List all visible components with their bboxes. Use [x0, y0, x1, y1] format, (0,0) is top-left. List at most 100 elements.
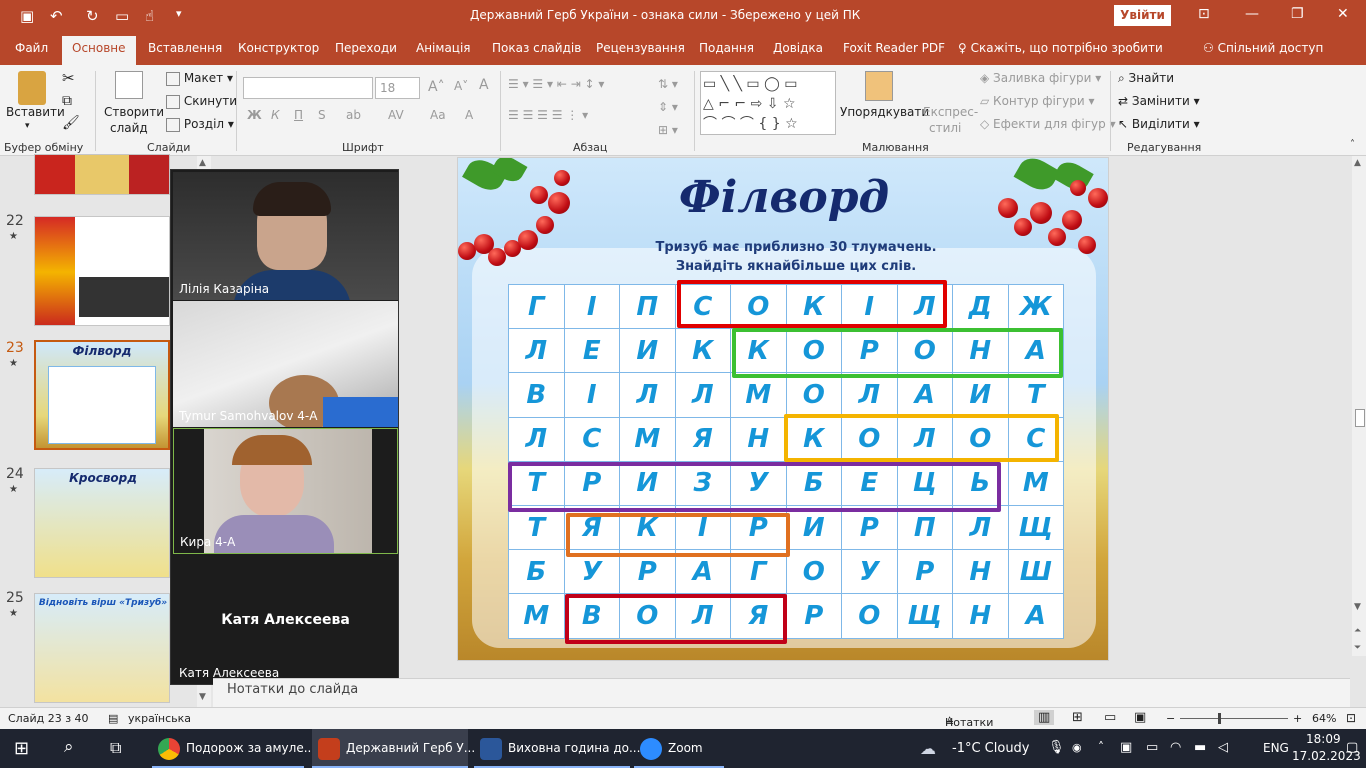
grid-cell[interactable]: Н	[952, 549, 1009, 595]
task-view-icon[interactable]: ⧉	[110, 738, 121, 758]
quick-styles-button[interactable]: Експрес-	[923, 105, 978, 119]
text-direction-icon[interactable]: ⇅ ▾	[658, 77, 678, 91]
grid-cell[interactable]: Я	[674, 416, 731, 462]
slide-thumbnail-23[interactable]: Філворд	[34, 340, 170, 450]
select-button[interactable]: ↖ Виділити ▾	[1118, 117, 1200, 131]
minimize-button[interactable]: —	[1245, 6, 1259, 22]
slide-title[interactable]: Філворд	[458, 172, 1108, 223]
tray-app-icon[interactable]: ▣	[1120, 740, 1132, 755]
tab-view[interactable]: Подання	[699, 41, 754, 55]
tab-animations[interactable]: Анімація	[416, 41, 471, 55]
shrink-font-icon[interactable]: A˅	[454, 79, 468, 93]
grid-cell[interactable]: И	[619, 328, 676, 374]
scroll-down-icon[interactable]: ▼	[199, 692, 206, 702]
save-icon[interactable]: ▣	[20, 7, 34, 25]
undo-icon[interactable]: ↶	[50, 7, 63, 25]
redo-icon[interactable]: ↻	[86, 7, 99, 25]
prev-slide-icon[interactable]: ⏶	[1354, 626, 1361, 636]
bullets-icon[interactable]: ☰ ▾ ☰ ▾ ⇤ ⇥ ↕ ▾	[508, 77, 604, 91]
underline-button[interactable]: П	[294, 108, 303, 122]
grid-cell[interactable]: М	[508, 593, 565, 639]
share-button[interactable]: ⚇ Спільний доступ	[1203, 41, 1323, 55]
shapes-gallery[interactable]: ▭ ╲ ╲ ▭ ◯ ▭ △ ⌐ ⌐ ⇨ ⇩ ☆ ⌒ ⌒ ⌒ { } ☆	[700, 71, 836, 135]
video-tile[interactable]: Катя Алексеева Катя Алексеева	[173, 556, 398, 684]
ribbon-display-icon[interactable]: ⊡	[1198, 6, 1210, 22]
grid-cell[interactable]: И	[785, 504, 842, 551]
tab-design[interactable]: Конструктор	[238, 41, 319, 55]
grid-cell[interactable]: Л	[508, 328, 565, 374]
tab-home[interactable]: Основне	[62, 36, 136, 65]
grid-cell[interactable]: Щ	[1007, 504, 1064, 551]
tab-insert[interactable]: Вставлення	[148, 41, 222, 55]
taskbar-word[interactable]: Виховна година до...	[474, 729, 640, 768]
grid-cell[interactable]: Щ	[896, 593, 953, 639]
clear-format-icon[interactable]: A	[479, 77, 489, 93]
battery-icon[interactable]: ▬	[1194, 740, 1206, 755]
grid-cell[interactable]: Д	[952, 283, 1009, 330]
zoom-level[interactable]: 64%	[1312, 712, 1336, 725]
new-slide-icon[interactable]	[115, 71, 143, 99]
grid-cell[interactable]: О	[785, 372, 842, 418]
grid-cell[interactable]: І	[563, 283, 620, 330]
shape-fill-button[interactable]: ◈ Заливка фігури ▾	[980, 71, 1101, 85]
reset-button[interactable]: Скинути	[166, 94, 237, 109]
font-color-icon[interactable]: A	[465, 108, 473, 122]
new-slide-button[interactable]: Створити	[104, 105, 164, 119]
case-icon[interactable]: Aa	[430, 108, 446, 122]
slide-thumbnail-24[interactable]: Кросворд	[34, 468, 170, 578]
tab-foxit[interactable]: Foxit Reader PDF	[843, 41, 945, 55]
grid-cell[interactable]: І	[563, 372, 620, 418]
taskbar-powerpoint[interactable]: Державний Герб У...	[312, 729, 475, 768]
sign-in-button[interactable]: Увійти	[1114, 5, 1171, 26]
replace-button[interactable]: ⇄ Замінити ▾	[1118, 94, 1200, 108]
layout-button[interactable]: Макет ▾	[166, 71, 233, 86]
close-button[interactable]: ✕	[1337, 6, 1349, 22]
search-icon[interactable]: ⌕	[64, 737, 74, 757]
grid-cell[interactable]: Ш	[1007, 549, 1064, 595]
italic-button[interactable]: К	[271, 108, 280, 122]
zoom-slider-thumb[interactable]	[1218, 713, 1221, 724]
slideshow-view-icon[interactable]: ▣	[1134, 710, 1146, 725]
shape-effects-button[interactable]: ◇ Ефекти для фігур ▾	[980, 117, 1116, 131]
maximize-button[interactable]: ❐	[1291, 6, 1304, 22]
strike-button[interactable]: S	[318, 108, 326, 122]
scroll-thumb[interactable]	[1355, 409, 1365, 427]
spacing-icon[interactable]: ab	[346, 108, 361, 122]
tab-transitions[interactable]: Переходи	[335, 41, 397, 55]
tab-file[interactable]: Файл	[15, 41, 48, 55]
paste-dropdown-icon[interactable]: ▾	[25, 121, 30, 131]
spellcheck-icon[interactable]: ▤	[108, 712, 118, 725]
collapse-ribbon-icon[interactable]: ˄	[1350, 139, 1355, 150]
volume-icon[interactable]: ◁	[1218, 740, 1228, 755]
taskbar-chrome[interactable]: Подорож за амуле...	[152, 729, 315, 768]
editor-scrollbar[interactable]	[1352, 156, 1366, 656]
slide-subtitle-1[interactable]: Тризуб має приблизно 30 тлумачень.	[458, 240, 1108, 255]
grid-cell[interactable]: Л	[508, 416, 565, 462]
grid-cell[interactable]: Р	[785, 593, 842, 639]
slide-thumbnail-22[interactable]	[34, 216, 170, 326]
grid-cell[interactable]: Л	[952, 504, 1009, 551]
notes-placeholder[interactable]: Нотатки до слайда	[227, 682, 358, 697]
wifi-icon[interactable]: ◠	[1170, 740, 1181, 755]
grid-cell[interactable]: Т	[1007, 372, 1064, 418]
tab-review[interactable]: Рецензування	[596, 41, 685, 55]
grid-cell[interactable]: К	[674, 328, 731, 374]
scroll-up-icon[interactable]: ▲	[1354, 158, 1361, 168]
tray-chevron-icon[interactable]: ˄	[1098, 740, 1104, 754]
touch-mode-icon[interactable]: ☝	[145, 7, 154, 25]
paste-button[interactable]: Вставити	[6, 105, 65, 119]
tell-me-box[interactable]: ♀ Скажіть, що потрібно зробити	[958, 41, 1163, 55]
grid-cell[interactable]: Л	[619, 372, 676, 418]
align-icons[interactable]: ☰ ☰ ☰ ☰ ⋮ ▾	[508, 108, 588, 122]
grid-cell[interactable]: Б	[508, 549, 565, 595]
arrange-icon[interactable]	[865, 71, 893, 101]
grid-cell[interactable]: О	[841, 593, 898, 639]
grid-cell[interactable]: И	[952, 372, 1009, 418]
tray-zoom-icon[interactable]: ◉	[1072, 741, 1082, 754]
arrange-button[interactable]: Упорядкувати	[840, 105, 929, 119]
quick-styles-button-line2[interactable]: стилі	[929, 121, 961, 135]
format-painter-icon[interactable]: 🖌	[62, 115, 80, 131]
grid-cell[interactable]: Н	[952, 593, 1009, 639]
slide-thumbnail-25[interactable]: Відновіть вірш «Тризуб»	[34, 593, 170, 703]
cut-icon[interactable]: ✂	[62, 69, 75, 87]
